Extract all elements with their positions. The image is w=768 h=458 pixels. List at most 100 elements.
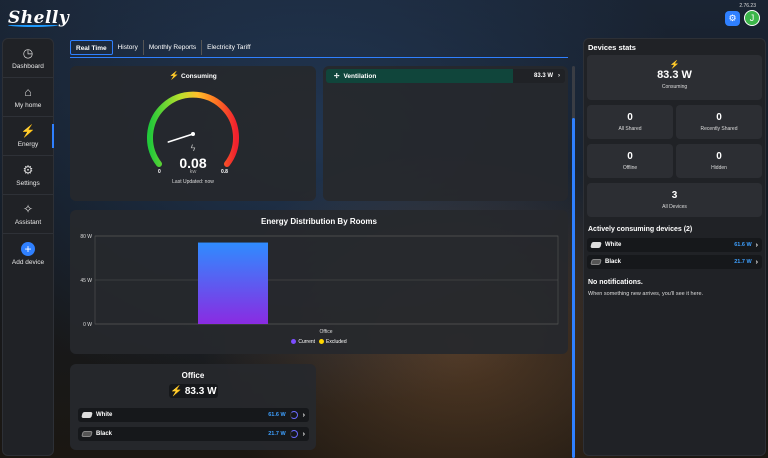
active-device-white[interactable]: White 61.6 W › [587, 238, 762, 252]
office-device-white[interactable]: White 61.6 W › [78, 408, 309, 422]
consuming-unit: kw [189, 169, 197, 175]
energy-chart: 0 W 45 W 80 W Office [80, 234, 559, 335]
sidebar-item-label: My home [14, 101, 42, 109]
app-version: 2.76.23 [739, 3, 756, 9]
chevron-right-icon: › [302, 430, 305, 438]
legend-current-label: Current [298, 339, 316, 345]
device-power: 21.7 W [734, 259, 752, 265]
plus-icon: + [21, 241, 35, 256]
sidebar-item-dashboard[interactable]: ◷ Dashboard [3, 39, 53, 78]
device-power: 61.6 W [268, 412, 286, 418]
stat-value: 0 [627, 151, 633, 162]
sidebar-item-label: Settings [16, 179, 40, 187]
ventilation-row[interactable]: ✢ Ventilation 83.3 W › [326, 69, 565, 83]
stat-value: 3 [671, 190, 678, 201]
energy-tabs: Real Time History Monthly Reports Electr… [70, 40, 256, 55]
no-notifications-text: When something new arrives, you'll see i… [588, 291, 704, 297]
ventilation-card: ✢ Ventilation 83.3 W › [323, 66, 568, 201]
legend-excluded[interactable]: Excluded [319, 339, 347, 345]
power-ring-icon [289, 411, 298, 419]
office-card: Office ⚡ 83.3 W White 61.6 W › Black 21.… [70, 364, 316, 450]
bolt-icon: ⚡ [20, 123, 36, 138]
chart-x-tick-label: Office [320, 329, 333, 335]
sidebar-item-label: Add device [11, 258, 45, 266]
light-strip-icon [590, 259, 602, 265]
stat-label: All Shared [618, 126, 642, 132]
device-power: 21.7 W [268, 431, 286, 437]
ventilation-label-area: ✢ Ventilation [326, 69, 513, 83]
tab-electricity-tariff[interactable]: Electricity Tariff [202, 40, 255, 55]
chart-y-tick-label: 0 W [83, 322, 92, 328]
legend-dot-excluded [319, 339, 325, 344]
stat-all-shared[interactable]: 0 All Shared [587, 105, 673, 139]
legend-dot-current [291, 339, 297, 344]
avatar[interactable]: J [744, 10, 760, 26]
device-name: White [96, 412, 113, 418]
stat-label: Recently Shared [700, 126, 738, 132]
ventilation-power-area: 83.3 W › [513, 69, 565, 83]
chevron-right-icon: › [755, 258, 758, 266]
home-icon: ⌂ [24, 84, 32, 99]
light-strip-icon [81, 412, 93, 418]
active-devices-title: Actively consuming devices (2) [588, 226, 693, 233]
device-name: Black [605, 259, 622, 265]
stat-label: All Devices [662, 204, 687, 210]
device-power: 61.6 W [734, 242, 752, 248]
gauge-arc [147, 91, 239, 167]
chevron-right-icon: › [558, 73, 560, 79]
active-device-black[interactable]: Black 21.7 W › [587, 255, 762, 269]
chart-y-tick-label: 80 W [80, 234, 92, 240]
notifications-button[interactable]: ⚙ [725, 11, 740, 26]
consuming-title: ⚡ Consuming [70, 71, 316, 80]
stat-hidden[interactable]: 0 Hidden [676, 144, 762, 178]
ventilation-power: 83.3 W [533, 73, 553, 79]
sidebar-item-label: Assistant [14, 218, 42, 226]
stat-consuming-value: 83.3 W [657, 69, 692, 81]
stats-title: Devices stats [588, 43, 636, 52]
stat-label: Offline [622, 165, 638, 171]
stat-offline[interactable]: 0 Offline [587, 144, 673, 178]
gauge-pivot [191, 132, 195, 136]
power-ring-icon [289, 430, 298, 438]
devices-stats-panel: Devices stats ⚡ 83.3 W Consuming 0 All S… [583, 38, 766, 456]
legend-current[interactable]: Current [291, 339, 315, 345]
logo-swoosh [8, 23, 58, 27]
consuming-card: ⚡ Consuming ϟ 0.08 kw 0 0.8 Last Updated… [70, 66, 316, 201]
device-name: White [605, 242, 622, 248]
fan-icon: ✢ [334, 73, 340, 80]
sidebar-item-add-device[interactable]: + Add device [3, 234, 53, 273]
light-strip-icon [590, 242, 602, 248]
gauge-icon: ◷ [22, 45, 34, 60]
office-power-badge: ⚡ 83.3 W [169, 384, 218, 398]
stat-all-devices[interactable]: 3 All Devices [587, 183, 762, 217]
tab-underline [70, 57, 568, 58]
chart-bar[interactable] [198, 242, 268, 324]
sidebar-item-label: Dashboard [12, 62, 44, 70]
bolt-icon: ⚡ [170, 385, 183, 397]
tab-history[interactable]: History [113, 40, 144, 55]
sidebar: ◷ Dashboard ⌂ My home ⚡ Energy ⚙ Setting… [2, 38, 54, 456]
stat-recently-shared[interactable]: 0 Recently Shared [676, 105, 762, 139]
stat-label: Hidden [711, 165, 727, 171]
main-scrollbar[interactable] [572, 66, 575, 458]
bell-icon: ⚙ [728, 13, 737, 23]
bolt-icon: ⚡ [169, 71, 180, 80]
sparkle-icon: ✧ [22, 201, 34, 216]
tab-monthly-reports[interactable]: Monthly Reports [144, 40, 203, 55]
sidebar-item-assistant[interactable]: ✧ Assistant [3, 195, 53, 234]
sidebar-item-settings[interactable]: ⚙ Settings [3, 156, 53, 195]
stat-value: 0 [716, 112, 722, 123]
office-device-black[interactable]: Black 21.7 W › [78, 427, 309, 441]
sidebar-item-energy[interactable]: ⚡ Energy [3, 117, 54, 156]
chart-y-tick-label: 45 W [80, 278, 92, 284]
bolt-outline-icon: ϟ [190, 143, 196, 153]
sidebar-item-my-home[interactable]: ⌂ My home [3, 78, 53, 117]
gauge-max-label: 0.8 [221, 169, 228, 175]
stat-consuming-label: Consuming [661, 84, 688, 90]
gear-icon: ⚙ [22, 162, 34, 177]
tab-real-time[interactable]: Real Time [70, 40, 113, 55]
no-notifications-title: No notifications. [588, 279, 643, 286]
chevron-right-icon: › [302, 411, 305, 419]
stat-value: 0 [716, 151, 722, 162]
light-strip-icon [81, 431, 93, 437]
